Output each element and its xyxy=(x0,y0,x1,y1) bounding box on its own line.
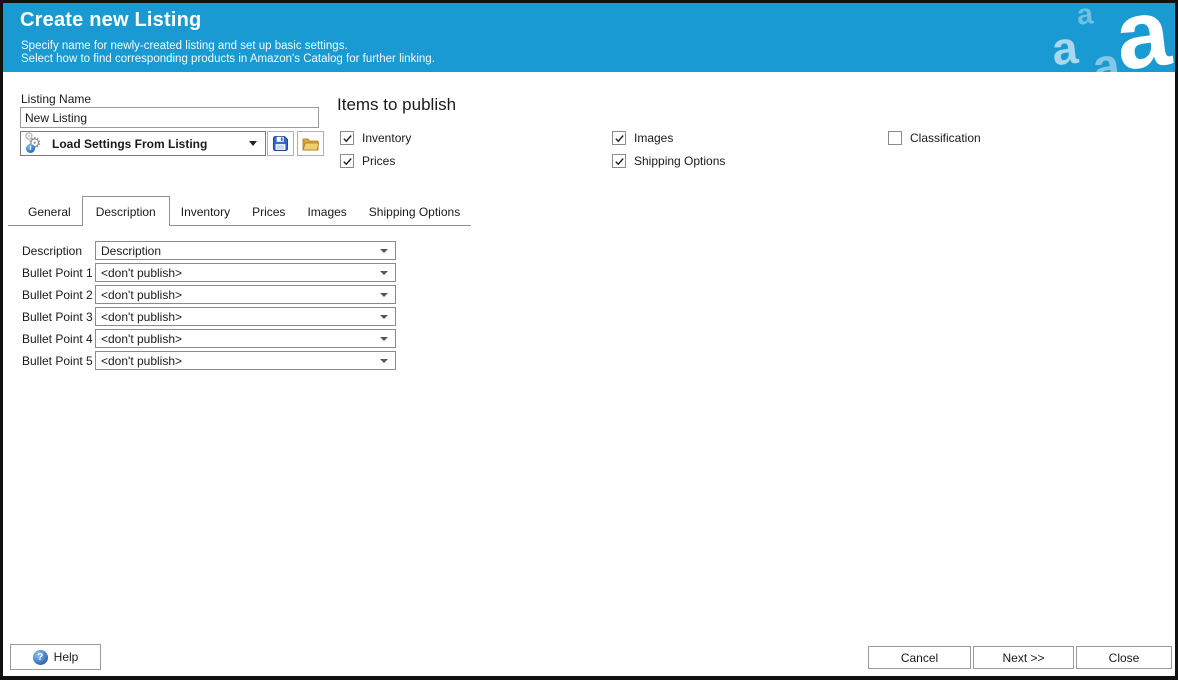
row-label: Bullet Point 1 xyxy=(22,266,95,280)
floppy-disk-icon xyxy=(272,135,289,152)
dropdown-value: <don't publish> xyxy=(101,266,182,280)
chevron-down-icon xyxy=(380,337,388,341)
dropdown-value: <don't publish> xyxy=(101,332,182,346)
bullet-point-5-dropdown[interactable]: <don't publish> xyxy=(95,351,396,370)
tab-prices[interactable]: Prices xyxy=(241,199,296,225)
checkbox-box[interactable] xyxy=(340,131,354,145)
checkbox-label: Classification xyxy=(910,131,981,145)
close-button[interactable]: Close xyxy=(1076,646,1172,669)
form-row-bullet-point-2: Bullet Point 2 <don't publish> xyxy=(22,285,396,304)
chevron-down-icon xyxy=(380,271,388,275)
amazon-a-logo: a xyxy=(1076,3,1095,31)
description-dropdown[interactable]: Description xyxy=(95,241,396,260)
question-mark-icon: ? xyxy=(33,650,48,665)
form-row-bullet-point-1: Bullet Point 1 <don't publish> xyxy=(22,263,396,282)
create-new-listing-dialog: Create new Listing Specify name for newl… xyxy=(0,0,1178,680)
load-from-file-button[interactable] xyxy=(297,131,324,156)
bullet-point-3-dropdown[interactable]: <don't publish> xyxy=(95,307,396,326)
form-row-bullet-point-4: Bullet Point 4 <don't publish> xyxy=(22,329,396,348)
check-icon xyxy=(614,156,625,167)
checkbox-label: Prices xyxy=(362,154,395,168)
chevron-down-icon xyxy=(380,359,388,363)
checkbox-images[interactable]: Images xyxy=(612,131,673,145)
chevron-down-icon xyxy=(380,293,388,297)
chevron-down-icon xyxy=(249,141,257,146)
check-icon xyxy=(342,133,353,144)
description-form: Description Description Bullet Point 1 <… xyxy=(22,241,396,373)
tab-strip: General Description Inventory Prices Ima… xyxy=(8,196,471,226)
row-label: Bullet Point 3 xyxy=(22,310,95,324)
gears-info-icon: ⚙ ⚙ i xyxy=(26,135,46,153)
dropdown-value: <don't publish> xyxy=(101,354,182,368)
checkbox-box[interactable] xyxy=(888,131,902,145)
listing-name-input[interactable] xyxy=(20,107,319,128)
amazon-a-logo: a xyxy=(1110,3,1175,72)
checkbox-classification[interactable]: Classification xyxy=(888,131,981,145)
checkbox-box[interactable] xyxy=(612,154,626,168)
next-button[interactable]: Next >> xyxy=(973,646,1074,669)
bullet-point-1-dropdown[interactable]: <don't publish> xyxy=(95,263,396,282)
bullet-point-4-dropdown[interactable]: <don't publish> xyxy=(95,329,396,348)
form-row-bullet-point-5: Bullet Point 5 <don't publish> xyxy=(22,351,396,370)
chevron-down-icon xyxy=(380,315,388,319)
row-label: Bullet Point 4 xyxy=(22,332,95,346)
tab-shipping-options[interactable]: Shipping Options xyxy=(358,199,471,225)
checkbox-box[interactable] xyxy=(612,131,626,145)
checkbox-label: Inventory xyxy=(362,131,411,145)
check-icon xyxy=(614,133,625,144)
tab-images[interactable]: Images xyxy=(296,199,357,225)
checkbox-shipping-options[interactable]: Shipping Options xyxy=(612,154,725,168)
header-subtitle-line1: Specify name for newly-created listing a… xyxy=(21,40,348,52)
amazon-a-logo: a xyxy=(1050,24,1080,72)
listing-name-label: Listing Name xyxy=(21,92,91,106)
checkbox-label: Shipping Options xyxy=(634,154,725,168)
tab-description[interactable]: Description xyxy=(82,196,170,226)
folder-open-icon xyxy=(302,136,320,152)
page-title: Create new Listing xyxy=(20,9,201,32)
load-settings-dropdown[interactable]: ⚙ ⚙ i Load Settings From Listing xyxy=(20,131,266,156)
bullet-point-2-dropdown[interactable]: <don't publish> xyxy=(95,285,396,304)
load-settings-label: Load Settings From Listing xyxy=(52,137,207,151)
row-label: Description xyxy=(22,244,95,258)
checkbox-box[interactable] xyxy=(340,154,354,168)
row-label: Bullet Point 5 xyxy=(22,354,95,368)
dropdown-value: <don't publish> xyxy=(101,288,182,302)
tab-general[interactable]: General xyxy=(17,199,82,225)
checkbox-inventory[interactable]: Inventory xyxy=(340,131,411,145)
cancel-button[interactable]: Cancel xyxy=(868,646,971,669)
form-row-description: Description Description xyxy=(22,241,396,260)
form-row-bullet-point-3: Bullet Point 3 <don't publish> xyxy=(22,307,396,326)
help-button[interactable]: ? Help xyxy=(10,644,101,670)
dropdown-value: Description xyxy=(101,244,161,258)
checkbox-label: Images xyxy=(634,131,673,145)
dialog-header: Create new Listing Specify name for newl… xyxy=(3,3,1175,72)
help-button-label: Help xyxy=(54,650,79,664)
chevron-down-icon xyxy=(380,249,388,253)
checkbox-prices[interactable]: Prices xyxy=(340,154,395,168)
dropdown-value: <don't publish> xyxy=(101,310,182,324)
items-to-publish-heading: Items to publish xyxy=(337,95,456,115)
header-subtitle-line2: Select how to find corresponding product… xyxy=(21,53,435,65)
tab-inventory[interactable]: Inventory xyxy=(170,199,241,225)
row-label: Bullet Point 2 xyxy=(22,288,95,302)
check-icon xyxy=(342,156,353,167)
save-settings-button[interactable] xyxy=(267,131,294,156)
